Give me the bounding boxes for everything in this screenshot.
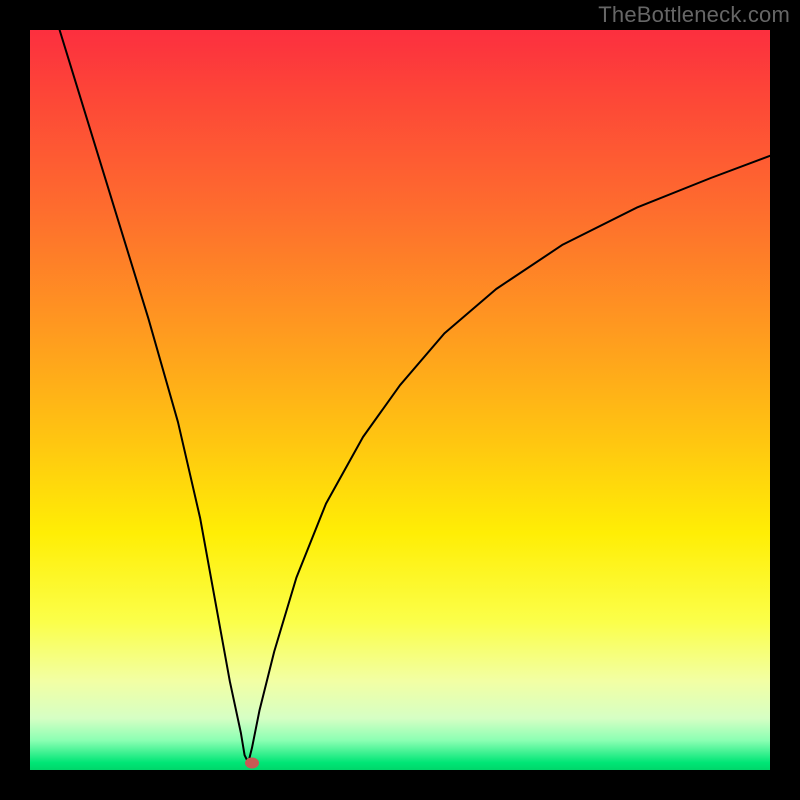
chart-plot-area: [30, 30, 770, 770]
chart-frame: TheBottleneck.com: [0, 0, 800, 800]
optimal-point-marker: [245, 757, 259, 768]
bottleneck-curve: [30, 30, 770, 770]
watermark-text: TheBottleneck.com: [598, 2, 790, 28]
